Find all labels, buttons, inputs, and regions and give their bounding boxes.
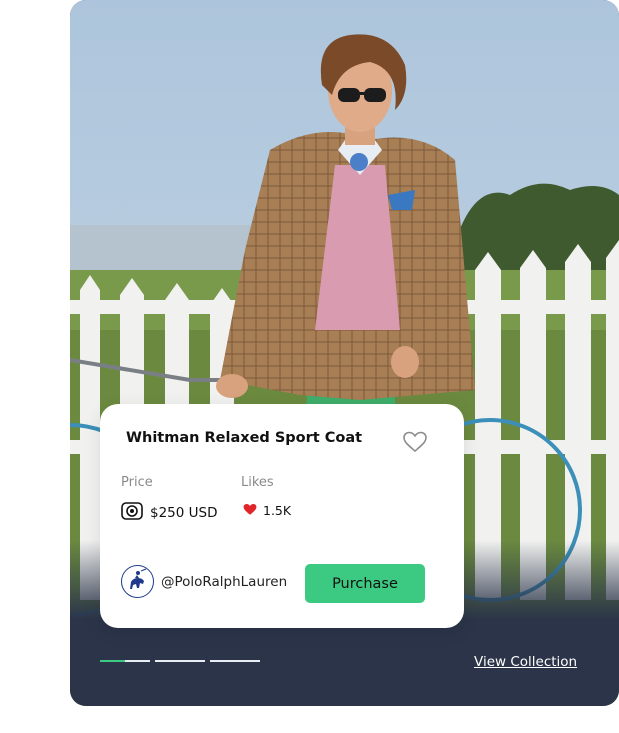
likes-row: 1.5K — [243, 501, 291, 520]
heart-filled-icon — [243, 501, 257, 520]
likes-label: Likes — [241, 475, 274, 490]
product-title: Whitman Relaxed Sport Coat — [126, 430, 363, 446]
avatar — [121, 565, 154, 598]
carousel-progress — [100, 660, 125, 662]
view-collection-link[interactable]: View Collection — [474, 654, 577, 670]
price-row: $250 USD — [121, 501, 218, 525]
purchase-button[interactable]: Purchase — [305, 564, 425, 603]
brand-handle: @PoloRalphLauren — [161, 573, 288, 590]
price-value: $250 USD — [150, 505, 218, 521]
coin-icon — [121, 501, 143, 525]
carousel-indicator — [100, 660, 260, 662]
carousel-segment[interactable] — [210, 660, 260, 662]
price-label: Price — [121, 475, 153, 490]
polo-player-icon — [127, 567, 149, 596]
product-info-card: Whitman Relaxed Sport Coat Price Likes $… — [100, 404, 464, 628]
likes-value: 1.5K — [263, 503, 292, 518]
brand-link[interactable]: @PoloRalphLauren — [121, 565, 287, 598]
heart-outline-icon[interactable] — [403, 431, 427, 453]
carousel-segment[interactable] — [155, 660, 205, 662]
